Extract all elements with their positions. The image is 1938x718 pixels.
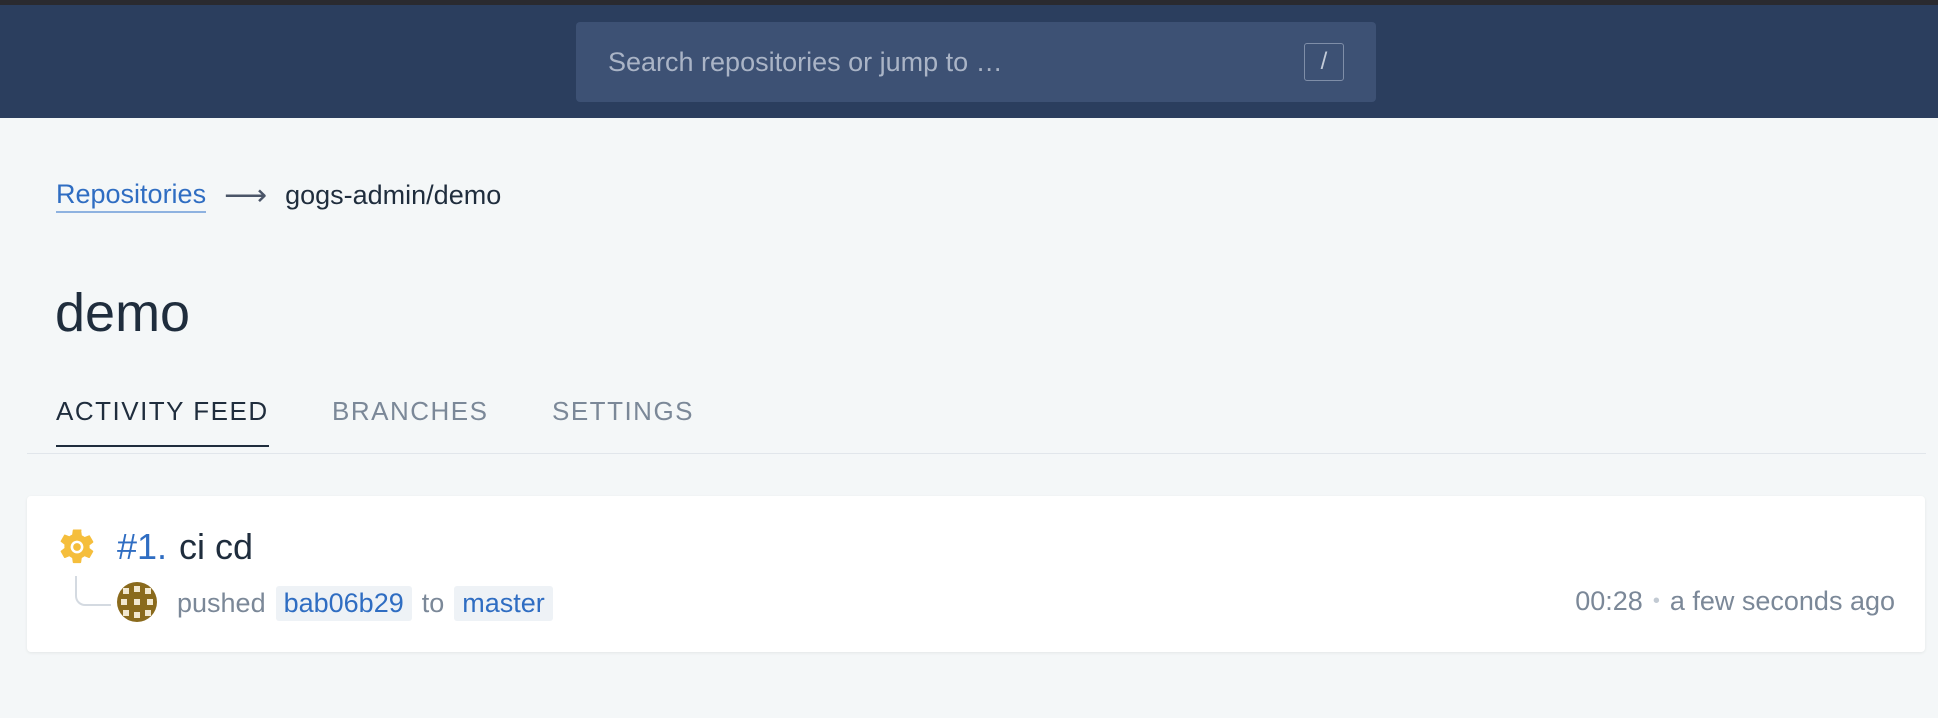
build-title: #1. ci cd [117,526,253,568]
event-preposition: to [421,588,445,618]
build-message[interactable]: ci cd [179,526,253,568]
breadcrumb: Repositories ⟶ gogs-admin/demo [56,178,501,213]
tab-settings[interactable]: SETTINGS [552,396,694,445]
breadcrumb-arrow-icon: ⟶ [224,179,268,212]
activity-item[interactable]: #1. ci cd pushed bab06b29 to master 00:2… [27,496,1925,652]
search-placeholder: Search repositories or jump to … [608,46,1003,77]
build-time-ago: a few seconds ago [1669,586,1895,616]
search-input[interactable]: Search repositories or jump to … / [576,22,1376,102]
tab-bar: ACTIVITY FEED BRANCHES SETTINGS [27,386,1926,454]
gear-icon [60,529,94,564]
tree-connector [75,576,111,606]
search-shortcut-key: / [1304,43,1344,81]
breadcrumb-repositories-link[interactable]: Repositories [56,179,207,213]
meta-separator: • [1652,590,1660,612]
build-meta: 00:28 • a few seconds ago [1575,586,1895,617]
user-avatar [117,582,157,622]
event-action: pushed [177,588,266,618]
branch-link[interactable]: master [454,586,553,621]
build-number-link[interactable]: #1. [117,526,167,568]
tab-activity-feed[interactable]: ACTIVITY FEED [56,396,269,447]
breadcrumb-current: gogs-admin/demo [285,180,502,210]
top-header: Search repositories or jump to … / [0,5,1938,118]
event-description: pushed bab06b29 to master [177,586,563,621]
page-title: demo [55,283,191,343]
build-duration: 00:28 [1575,586,1643,616]
commit-hash-link[interactable]: bab06b29 [275,586,412,621]
tab-branches[interactable]: BRANCHES [332,396,488,445]
